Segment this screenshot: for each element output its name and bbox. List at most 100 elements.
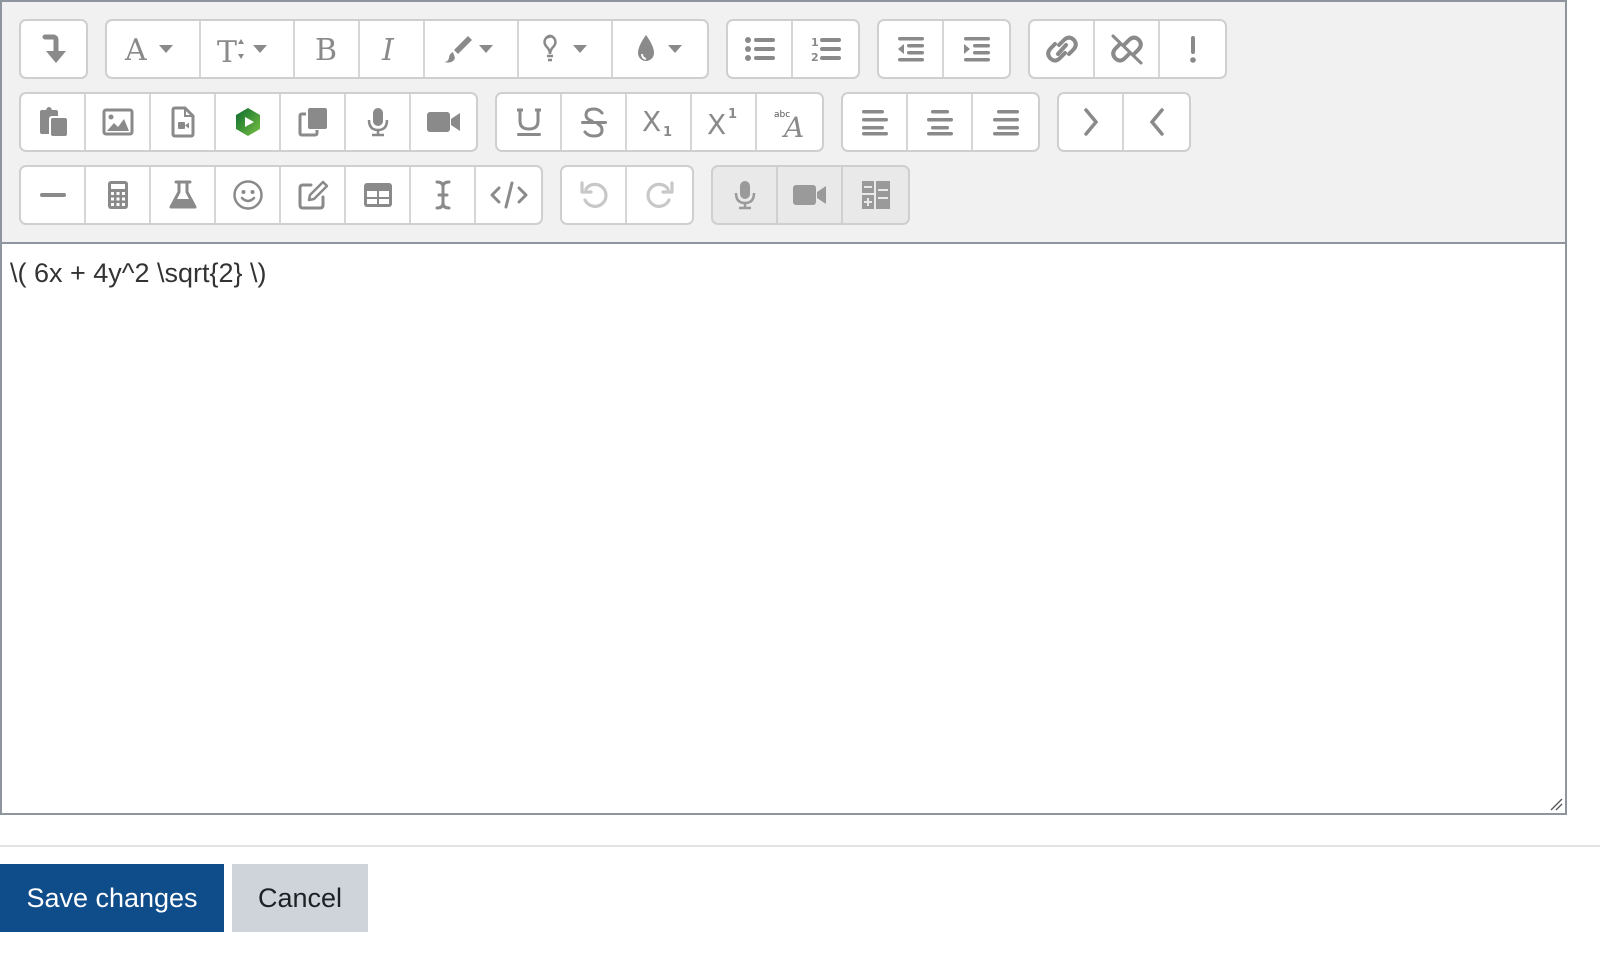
toolbar-row-3 — [19, 165, 927, 225]
record-audio-disabled-button[interactable] — [713, 167, 778, 223]
rtl-button[interactable] — [1124, 94, 1189, 150]
unlink-button[interactable] — [1095, 21, 1160, 77]
svg-text:B: B — [315, 33, 337, 66]
copy-icon — [298, 108, 327, 137]
font-family-button[interactable]: A — [107, 21, 201, 77]
resize-handle-icon[interactable] — [1549, 797, 1563, 811]
editor-content[interactable]: \( 6x + 4y^2 \sqrt{2} \) — [2, 244, 1565, 813]
redo-icon — [645, 181, 674, 208]
background-color-button[interactable] — [519, 21, 613, 77]
bold-button[interactable]: B — [295, 21, 360, 77]
cancel-button[interactable]: Cancel — [232, 864, 368, 932]
image-button[interactable] — [86, 94, 151, 150]
i-cursor-icon — [435, 180, 450, 210]
group-align — [841, 92, 1040, 152]
indent-button[interactable] — [944, 21, 1009, 77]
group-list: 12 — [726, 19, 860, 79]
redo-button[interactable] — [627, 167, 692, 223]
align-center-button[interactable] — [908, 94, 973, 150]
underline-button[interactable] — [497, 94, 562, 150]
caret-down-icon — [479, 45, 493, 53]
outdent-icon — [897, 37, 924, 62]
ltr-button[interactable] — [1059, 94, 1124, 150]
microphone-icon — [734, 181, 755, 210]
subscript-button[interactable]: X1 — [627, 94, 692, 150]
font-size-button[interactable]: T — [201, 21, 295, 77]
italic-button[interactable]: I — [360, 21, 425, 77]
panopto-button[interactable] — [216, 94, 281, 150]
align-center-icon — [926, 110, 953, 136]
font-color-button[interactable] — [425, 21, 519, 77]
svg-text:T: T — [217, 35, 237, 66]
minus-icon — [39, 193, 66, 197]
toolbar-row-1: A T B I 1 2 — [19, 19, 1244, 79]
unordered-list-button[interactable] — [728, 21, 793, 77]
group-links — [1028, 19, 1227, 79]
svg-text:A: A — [781, 111, 804, 139]
align-right-button[interactable] — [973, 94, 1038, 150]
arrow-turn-down-icon — [42, 34, 66, 63]
text-editor: A T B I 1 2 X 1 X 1 abc A \(6x + 4y^2 \… — [0, 0, 1567, 815]
chevron-left-icon — [1149, 108, 1164, 136]
link-button[interactable] — [1030, 21, 1095, 77]
math-formula-icon — [861, 181, 890, 209]
emoticon-button[interactable] — [216, 167, 281, 223]
svg-text:1: 1 — [728, 107, 737, 122]
chevron-right-icon — [1083, 108, 1098, 136]
html-button[interactable] — [476, 167, 541, 223]
lightbulb-icon — [543, 34, 587, 62]
clear-format-icon: abcA — [774, 110, 804, 139]
manage-files-button[interactable] — [281, 167, 346, 223]
group-style: A T B I — [105, 19, 709, 79]
strikethrough-button[interactable] — [562, 94, 627, 150]
text-height-icon: T — [217, 35, 267, 66]
group-files — [19, 92, 478, 152]
file-video-icon — [171, 106, 194, 138]
paste-button[interactable] — [21, 94, 86, 150]
group-style2: X1 X1 abc A — [495, 92, 824, 152]
strikethrough-icon — [580, 107, 607, 138]
svg-text:X: X — [707, 108, 726, 138]
equation-button[interactable] — [86, 167, 151, 223]
ordered-list-button[interactable]: 12 — [793, 21, 858, 77]
outdent-button[interactable] — [879, 21, 944, 77]
accessibility-checker-button[interactable] — [1160, 21, 1225, 77]
paint-brush-icon — [444, 36, 493, 63]
record-video-button[interactable] — [411, 94, 476, 150]
svg-text:2: 2 — [811, 51, 819, 64]
align-left-button[interactable] — [843, 94, 908, 150]
record-audio-button[interactable] — [346, 94, 411, 150]
svg-text:1: 1 — [663, 125, 672, 138]
undo-icon — [579, 181, 608, 208]
superscript-button[interactable]: X1 — [692, 94, 757, 150]
list-ol-icon: 12 — [811, 36, 841, 64]
record-video-disabled-button[interactable] — [778, 167, 843, 223]
group-other — [711, 165, 910, 225]
group-indent — [877, 19, 1011, 79]
math-formula-button[interactable] — [843, 167, 908, 223]
horizontal-rule-button[interactable] — [21, 167, 86, 223]
clear-formatting-button[interactable]: abc A — [757, 94, 822, 150]
smile-icon — [232, 180, 263, 210]
undo-button[interactable] — [562, 167, 627, 223]
caret-down-icon — [253, 45, 267, 53]
video-camera-icon — [426, 112, 460, 132]
image-icon — [102, 108, 133, 136]
chemistry-button[interactable] — [151, 167, 216, 223]
toolbar-toggle-button[interactable] — [21, 21, 86, 77]
edit-icon — [298, 180, 328, 210]
form-divider — [0, 845, 1600, 847]
special-character-button[interactable] — [411, 167, 476, 223]
flask-icon — [169, 180, 196, 209]
table-button[interactable] — [346, 167, 411, 223]
color-picker-button[interactable] — [613, 21, 707, 77]
group-collapse — [19, 19, 88, 79]
svg-text:1: 1 — [811, 36, 819, 49]
copy-button[interactable] — [281, 94, 346, 150]
save-changes-button[interactable]: Save changes — [0, 864, 224, 932]
media-button[interactable] — [151, 94, 216, 150]
group-direction — [1057, 92, 1191, 152]
panopto-icon — [235, 108, 260, 136]
link-icon — [1045, 35, 1078, 63]
svg-text:X: X — [642, 106, 661, 138]
